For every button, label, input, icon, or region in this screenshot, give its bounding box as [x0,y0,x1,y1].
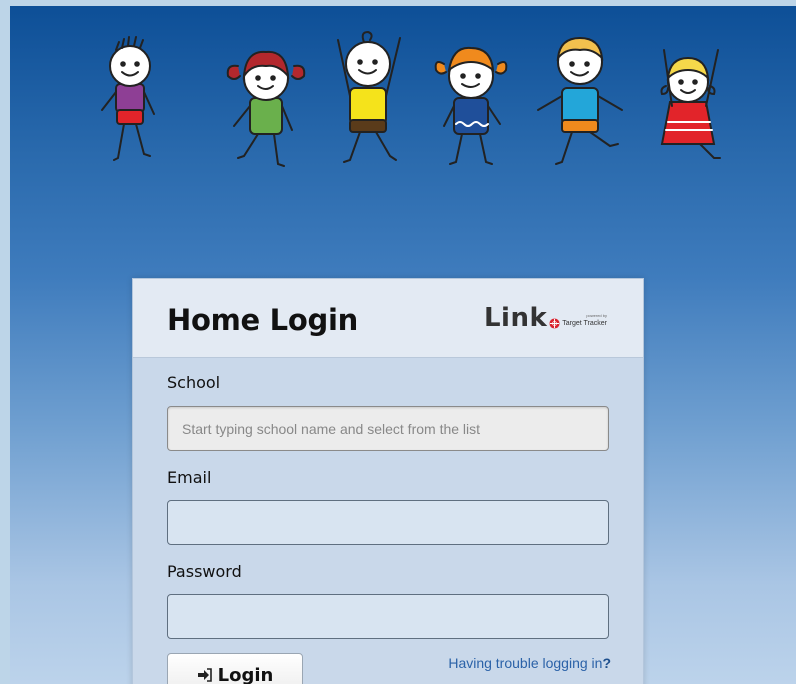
kid-3-figure [337,30,401,163]
password-field[interactable] [167,594,609,639]
kid-4-figure [434,46,508,165]
email-field[interactable] [167,500,609,545]
school-input[interactable] [167,406,609,451]
kid-5-figure [537,36,623,165]
brand-name: Link [483,303,548,333]
email-label: Email [167,468,212,487]
brand-logo: Link powered by Target Tracker [484,303,607,333]
sign-in-icon [197,668,212,682]
trouble-link-text: Having trouble logging in [448,655,603,671]
school-label: School [167,373,221,392]
kid-2-figure [226,50,306,167]
kid-6-figure [660,49,721,159]
page-background: Home Login Link powered by Target Tracke… [10,6,796,684]
trouble-logging-in-link[interactable]: Having trouble logging in? [448,655,611,671]
login-button-label: Login [217,664,274,684]
brand-subline: powered by Target Tracker [549,313,607,329]
kid-1-figure [101,36,155,161]
login-card: Home Login Link powered by Target Tracke… [132,278,644,684]
page-title: Home Login [167,303,358,337]
login-card-header: Home Login Link powered by Target Tracke… [133,279,643,358]
brand-partner-name: Target Tracker [562,320,607,327]
target-tracker-logo-icon [549,318,560,329]
login-button[interactable]: Login [167,653,303,684]
trouble-link-question: ? [602,655,611,671]
brand-partner-row: Target Tracker [549,318,607,329]
children-illustration [101,30,721,167]
password-label: Password [167,562,242,581]
